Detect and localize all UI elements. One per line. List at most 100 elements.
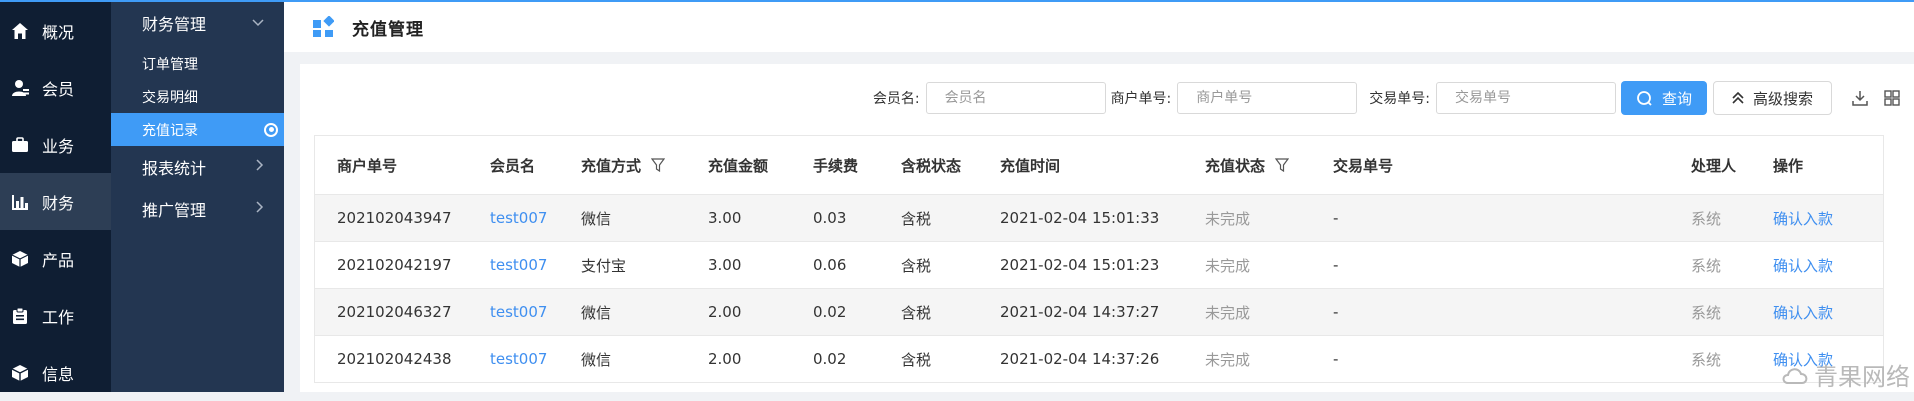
trade-no-input[interactable] xyxy=(1436,82,1616,114)
nav-sub-transaction-details[interactable]: 交易明细 xyxy=(111,80,284,113)
column-header: 交易单号 xyxy=(1333,156,1394,175)
search-icon xyxy=(1636,90,1652,106)
column-header-payment-method[interactable]: 充值方式 xyxy=(559,155,686,176)
nav-sub-label: 充值记录 xyxy=(142,122,198,139)
columns-grid-icon[interactable] xyxy=(1884,90,1900,106)
nav-item-messages[interactable]: 信息 xyxy=(0,344,111,401)
nav-group-label: 财务管理 xyxy=(142,15,207,34)
member-input[interactable] xyxy=(925,82,1106,114)
nav-item-label: 财务 xyxy=(42,193,75,213)
confirm-deposit-link[interactable]: 确认入款 xyxy=(1751,302,1883,323)
column-header: 含税状态 xyxy=(901,156,962,175)
nav-item-members[interactable]: 会员 xyxy=(0,59,111,116)
fee-cell: 0.02 xyxy=(813,350,847,368)
nav-item-overview[interactable]: 概况 xyxy=(0,2,111,59)
filter-icon[interactable] xyxy=(1274,158,1290,173)
confirm-deposit-link[interactable]: 确认入款 xyxy=(1751,255,1883,276)
column-header: 充值时间 xyxy=(1000,156,1061,175)
nav-sub-recharge-records[interactable]: 充值记录 xyxy=(111,113,284,146)
dashboard-icon xyxy=(312,15,335,38)
merchant-no-cell: 202102042438 xyxy=(337,350,452,368)
fee-cell: 0.06 xyxy=(813,256,847,274)
table-header: 商户单号 会员名 充值方式 充值金额 手续费 含税状态 充值时间 充值状态 交易… xyxy=(315,136,1883,195)
trade-no-cell: - xyxy=(1333,209,1339,227)
nav-group-promotion[interactable]: 推广管理 xyxy=(111,188,284,230)
recharge-time-cell: 2021-02-04 14:37:27 xyxy=(1000,303,1160,321)
download-icon[interactable] xyxy=(1852,90,1868,106)
handler-cell: 系统 xyxy=(1691,256,1722,275)
nav-item-label: 概况 xyxy=(42,22,75,42)
cloud-logo-icon xyxy=(1780,364,1810,386)
member-label: 会员名: xyxy=(872,91,920,107)
nav-sub-label: 订单管理 xyxy=(142,56,198,73)
payment-method-cell: 微信 xyxy=(581,303,612,322)
recharge-time-cell: 2021-02-04 15:01:23 xyxy=(1000,256,1160,274)
table-row: 202102042438 test007 微信 2.00 0.02 含税 202… xyxy=(315,336,1883,383)
merchant-no-input[interactable] xyxy=(1177,82,1358,114)
nav-item-finance[interactable]: 财务 xyxy=(0,173,111,230)
chevron-down-icon xyxy=(252,15,264,31)
column-header-recharge-status[interactable]: 充值状态 xyxy=(1183,155,1311,176)
handler-cell: 系统 xyxy=(1691,303,1722,322)
chevron-right-icon xyxy=(256,159,264,175)
member-link[interactable]: test007 xyxy=(468,303,559,321)
advanced-search-label: 高级搜索 xyxy=(1752,89,1813,108)
merchant-no-label: 商户单号: xyxy=(1110,91,1172,107)
page-header: 充值管理 xyxy=(284,2,1914,52)
nav-group-label: 推广管理 xyxy=(142,201,207,220)
bar-chart-icon xyxy=(10,192,30,212)
column-header: 操作 xyxy=(1773,156,1804,175)
advanced-search-button[interactable]: 高级搜索 xyxy=(1713,81,1832,115)
recharge-status-cell: 未完成 xyxy=(1205,256,1251,275)
recharge-time-cell: 2021-02-04 15:01:33 xyxy=(1000,209,1160,227)
payment-method-cell: 支付宝 xyxy=(581,256,627,275)
nav-group-finance-management[interactable]: 财务管理 xyxy=(111,2,284,44)
trade-no-cell: - xyxy=(1333,303,1339,321)
member-link[interactable]: test007 xyxy=(468,209,559,227)
amount-cell: 3.00 xyxy=(708,256,742,274)
nav-item-label: 产品 xyxy=(42,250,75,270)
recharge-time-cell: 2021-02-04 14:37:26 xyxy=(1000,350,1160,368)
watermark: 青果网络 xyxy=(1780,357,1910,392)
nav-item-label: 工作 xyxy=(42,307,75,327)
nav-item-business[interactable]: 业务 xyxy=(0,116,111,173)
nav-item-label: 信息 xyxy=(42,364,75,384)
amount-cell: 2.00 xyxy=(708,350,742,368)
watermark-text: 青果网络 xyxy=(1814,363,1910,391)
merchant-no-cell: 202102042197 xyxy=(337,256,452,274)
filter-icon[interactable] xyxy=(650,158,666,173)
double-chevron-up-icon xyxy=(1732,92,1744,104)
member-link[interactable]: test007 xyxy=(468,256,559,274)
column-header: 手续费 xyxy=(813,156,859,175)
nav-item-work[interactable]: 工作 xyxy=(0,287,111,344)
handler-cell: 系统 xyxy=(1691,350,1722,369)
nav-item-products[interactable]: 产品 xyxy=(0,230,111,287)
confirm-deposit-link[interactable]: 确认入款 xyxy=(1751,208,1883,229)
column-header: 商户单号 xyxy=(337,156,398,175)
clipboard-icon xyxy=(10,306,30,326)
nav-group-reports[interactable]: 报表统计 xyxy=(111,146,284,188)
member-link[interactable]: test007 xyxy=(468,350,559,368)
column-header: 会员名 xyxy=(490,156,536,175)
query-button[interactable]: 查询 xyxy=(1621,81,1707,115)
briefcase-icon xyxy=(10,135,30,155)
trade-no-cell: - xyxy=(1333,350,1339,368)
active-indicator-icon xyxy=(264,122,278,137)
merchant-no-cell: 202102046327 xyxy=(337,303,452,321)
query-button-label: 查询 xyxy=(1661,89,1692,108)
handler-cell: 系统 xyxy=(1691,209,1722,228)
payment-method-cell: 微信 xyxy=(581,209,612,228)
fee-cell: 0.03 xyxy=(813,209,847,227)
nav-sub-label: 交易明细 xyxy=(142,89,198,106)
nav-item-label: 业务 xyxy=(42,136,75,156)
payment-method-cell: 微信 xyxy=(581,350,612,369)
cube-icon xyxy=(10,363,30,383)
fee-cell: 0.02 xyxy=(813,303,847,321)
nav-sub-order-management[interactable]: 订单管理 xyxy=(111,47,284,80)
column-header: 处理人 xyxy=(1691,156,1737,175)
trade-no-cell: - xyxy=(1333,256,1339,274)
trade-no-label: 交易单号: xyxy=(1369,91,1430,107)
recharge-status-cell: 未完成 xyxy=(1205,209,1251,228)
column-header-label: 充值方式 xyxy=(581,156,642,175)
column-header: 充值金额 xyxy=(708,156,769,175)
